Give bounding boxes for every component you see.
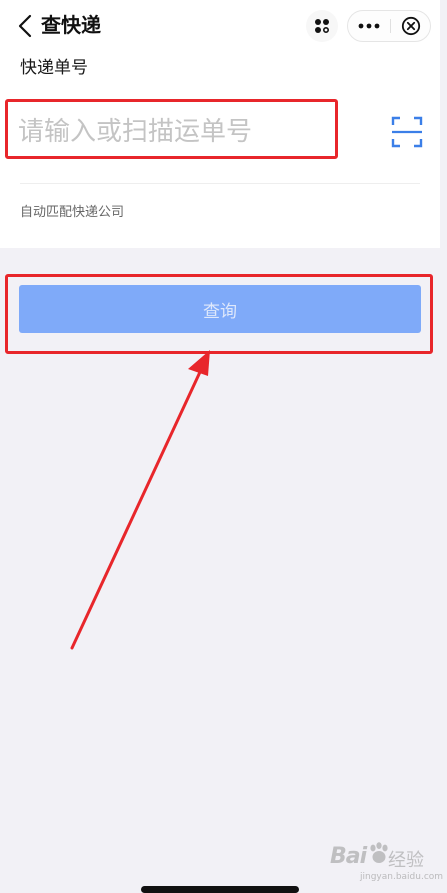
paw-icon <box>370 842 388 863</box>
close-button[interactable] <box>391 11 431 41</box>
menu-capsule <box>347 10 431 42</box>
share-icon <box>315 19 330 34</box>
watermark-suffix: 经验 <box>388 850 424 871</box>
more-dots-icon <box>358 23 380 29</box>
annotation-highlight-input <box>5 99 338 159</box>
watermark-brand: Bai <box>330 844 367 869</box>
close-circle-icon <box>401 16 421 36</box>
baidu-jingyan-watermark: Bai 经验 jingyan.baidu.com <box>330 840 444 886</box>
watermark-url: jingyan.baidu.com <box>360 872 444 882</box>
back-button[interactable] <box>14 12 36 40</box>
page-title: 查快递 <box>41 13 101 37</box>
annotation-highlight-button <box>5 274 433 354</box>
auto-match-hint: 自动匹配快递公司 <box>20 205 125 220</box>
scan-icon <box>391 116 423 148</box>
navigation-bar: 查快递 <box>0 0 447 52</box>
tracking-number-label: 快递单号 <box>20 58 88 78</box>
home-indicator[interactable] <box>141 886 299 893</box>
more-button[interactable] <box>348 11 390 41</box>
share-button[interactable] <box>306 10 338 42</box>
scan-button[interactable] <box>391 116 423 148</box>
chevron-left-icon <box>18 14 32 38</box>
input-divider <box>20 183 420 184</box>
